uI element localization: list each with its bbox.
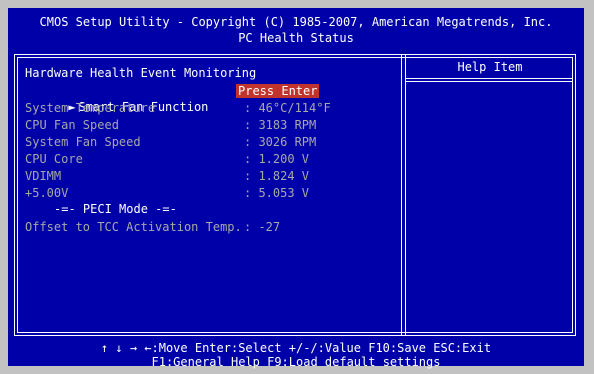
cpu-fan-speed-label: CPU Fan Speed bbox=[25, 118, 119, 132]
help-divider bbox=[405, 78, 573, 82]
tcc-offset-label: Offset to TCC Activation Temp. bbox=[25, 220, 242, 234]
system-temperature-value: : 46°C/114°F bbox=[244, 101, 331, 115]
page-title: PC Health Status bbox=[238, 31, 354, 45]
copyright-title: CMOS Setup Utility - Copyright (C) 1985-… bbox=[39, 15, 553, 29]
column-divider bbox=[401, 54, 406, 336]
system-fan-speed-row: System Fan Speed : 3026 RPM bbox=[25, 134, 316, 150]
system-temperature-label: System Temperature bbox=[25, 101, 156, 115]
cpu-core-row: CPU Core : 1.200 V bbox=[25, 151, 309, 167]
press-enter-button[interactable]: Press Enter bbox=[236, 84, 320, 98]
section-title: Hardware Health Event Monitoring bbox=[25, 66, 257, 80]
cpu-core-label: CPU Core bbox=[25, 152, 83, 166]
system-fan-speed-value: : 3026 RPM bbox=[244, 135, 317, 149]
vdimm-value: : 1.824 V bbox=[244, 169, 310, 183]
tcc-offset-row: Offset to TCC Activation Temp. : -27 bbox=[25, 219, 280, 235]
header: CMOS Setup Utility - Copyright (C) 1985-… bbox=[8, 8, 584, 52]
5v-value: : 5.053 V bbox=[244, 186, 310, 200]
peci-mode-header: -=- PECI Mode -=- bbox=[54, 202, 177, 216]
cpu-fan-speed-value: : 3183 RPM bbox=[244, 118, 317, 132]
5v-label: +5.00V bbox=[25, 186, 69, 200]
key-help-line1: ↑ ↓ → ←:Move Enter:Select +/-/:Value F10… bbox=[100, 341, 492, 355]
help-title: Help Item bbox=[457, 60, 523, 74]
vdimm-row: VDIMM : 1.824 V bbox=[25, 168, 309, 184]
tcc-offset-value: : -27 bbox=[244, 220, 281, 234]
smart-fan-function-item[interactable]: ► Smart Fan Function Press Enter bbox=[25, 83, 320, 114]
bios-screen: CMOS Setup Utility - Copyright (C) 1985-… bbox=[8, 8, 584, 369]
key-help-line2: F1:General Help F9:Load default settings bbox=[151, 355, 441, 369]
cpu-fan-speed-row: CPU Fan Speed : 3183 RPM bbox=[25, 117, 316, 133]
5v-row: +5.00V : 5.053 V bbox=[25, 185, 309, 201]
vdimm-label: VDIMM bbox=[25, 169, 62, 183]
system-fan-speed-label: System Fan Speed bbox=[25, 135, 141, 149]
cpu-core-value: : 1.200 V bbox=[244, 152, 310, 166]
system-temperature-row: System Temperature : 46°C/114°F bbox=[25, 100, 331, 116]
